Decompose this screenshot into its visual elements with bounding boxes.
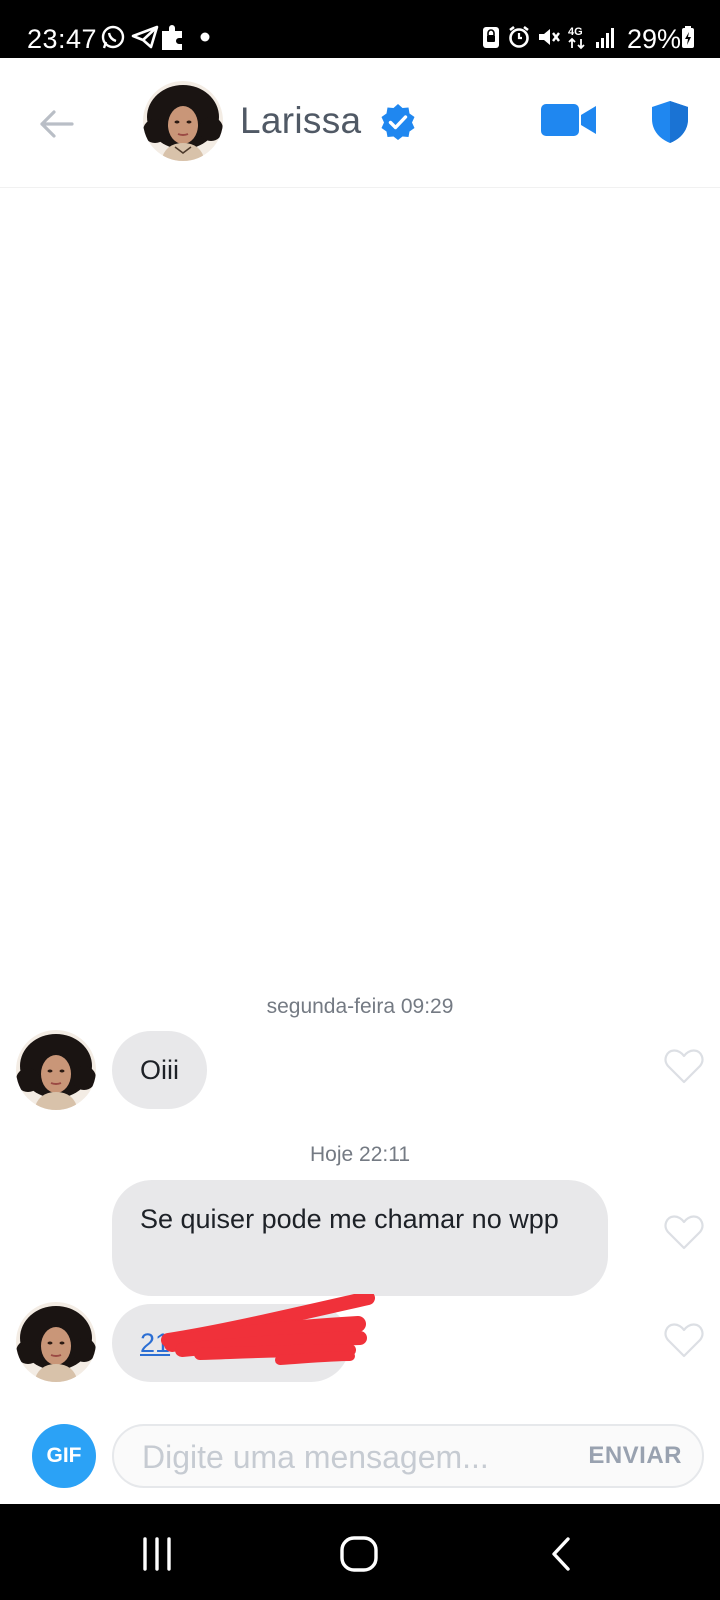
- whatsapp-icon: [100, 22, 126, 52]
- battery-icon: [680, 22, 696, 52]
- video-call-icon[interactable]: [541, 101, 597, 139]
- dot-icon: [199, 22, 211, 52]
- status-time: 23:47: [27, 24, 98, 54]
- message-bubble[interactable]: Se quiser pode me chamar no wpp: [112, 1180, 608, 1296]
- message-text: Oiii: [140, 1055, 179, 1085]
- send-button[interactable]: ENVIAR: [588, 1442, 682, 1470]
- 4g-icon: 4G: [567, 22, 587, 52]
- puzzle-icon: [159, 22, 187, 52]
- message-composer: ENVIAR: [112, 1424, 704, 1488]
- signal-icon: [594, 22, 616, 52]
- lock-icon: [481, 22, 501, 52]
- arrow-left-icon: [40, 110, 74, 138]
- svg-text:4G: 4G: [568, 26, 583, 38]
- status-bar: 23:47 4G 29%: [0, 0, 720, 58]
- verified-badge-icon: [381, 104, 415, 140]
- gif-button[interactable]: GIF: [32, 1424, 96, 1488]
- system-nav-bar: [0, 1504, 720, 1600]
- message-avatar[interactable]: [16, 1030, 96, 1110]
- day-separator: segunda-feira 09:29: [266, 995, 454, 1018]
- contact-avatar[interactable]: [143, 81, 223, 161]
- heart-icon[interactable]: [664, 1214, 704, 1250]
- home-icon: [340, 1536, 378, 1572]
- recents-icon: [143, 1537, 171, 1571]
- day-separator: Hoje 22:11: [309, 1143, 411, 1166]
- nav-back-button[interactable]: [537, 1534, 585, 1574]
- redaction-scribble: [161, 1294, 375, 1365]
- heart-icon[interactable]: [664, 1322, 704, 1358]
- alarm-icon: [507, 22, 531, 52]
- heart-icon[interactable]: [664, 1048, 704, 1084]
- back-icon: [552, 1537, 570, 1571]
- battery-percent: 29%: [627, 24, 682, 54]
- message-avatar[interactable]: [16, 1302, 96, 1382]
- chat-header: Larissa: [0, 58, 720, 188]
- contact-name[interactable]: Larissa: [240, 100, 361, 142]
- message-text: Se quiser pode me chamar no wpp: [140, 1204, 559, 1234]
- telegram-icon: [131, 22, 159, 52]
- message-bubble[interactable]: Oiii: [112, 1031, 207, 1109]
- safety-shield-icon[interactable]: [651, 100, 689, 144]
- back-button[interactable]: [34, 102, 78, 146]
- mute-icon: [537, 22, 561, 52]
- home-button[interactable]: [335, 1534, 383, 1574]
- message-input[interactable]: [142, 1436, 562, 1478]
- recents-button[interactable]: [133, 1534, 181, 1574]
